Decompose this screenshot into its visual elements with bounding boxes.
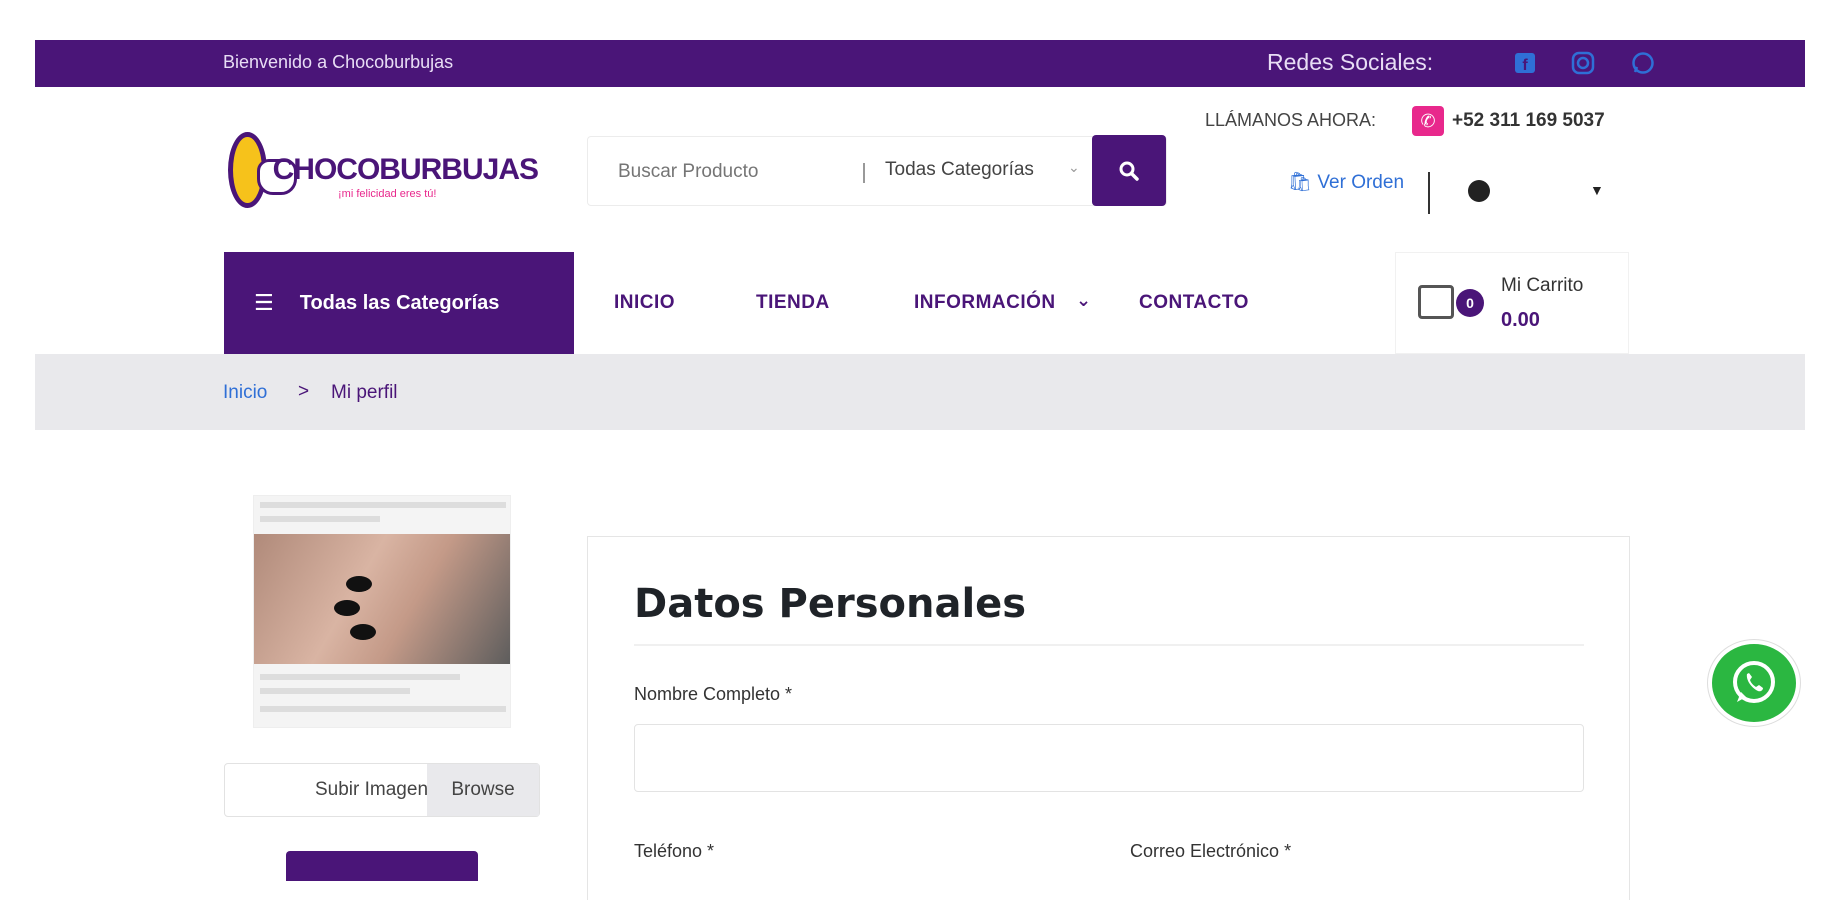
user-icon[interactable] — [1468, 180, 1490, 202]
nav-tienda[interactable]: TIENDA — [756, 292, 830, 314]
search-bar: Todas Categorías ⌄ — [587, 136, 1167, 206]
logo-mascot-icon — [228, 132, 297, 208]
whatsapp-icon[interactable] — [1631, 51, 1655, 75]
category-select[interactable]: Todas Categorías — [885, 159, 1034, 181]
profile-image — [253, 495, 511, 728]
breadcrumb-separator: > — [298, 381, 310, 402]
page-title: Datos Personales — [634, 581, 1027, 627]
image-upload-field[interactable]: Subir Imagen Browse — [224, 763, 540, 817]
site-logo[interactable]: CHOCOBURBUJAS ¡mi felicidad eres tú! — [228, 130, 539, 210]
svg-text:f: f — [1522, 57, 1528, 74]
chevron-down-icon: ⌄ — [1068, 159, 1080, 175]
search-icon — [1119, 161, 1139, 181]
all-categories-label: Todas las Categorías — [299, 291, 500, 314]
menu-icon: ☰ — [254, 290, 274, 315]
cart-bag-icon — [1418, 285, 1454, 319]
browse-button[interactable]: Browse — [427, 764, 539, 816]
phone-number[interactable]: +52 311 169 5037 — [1452, 110, 1605, 132]
whatsapp-icon — [1733, 661, 1775, 703]
header-divider — [1428, 172, 1430, 214]
instagram-icon[interactable] — [1571, 51, 1595, 75]
shopping-bag-icon: 🛍 — [1288, 172, 1313, 193]
phone-label: Teléfono * — [634, 841, 715, 861]
search-divider — [863, 163, 865, 183]
call-label: LLÁMANOS AHORA: — [1205, 110, 1377, 130]
facebook-icon[interactable]: f — [1513, 51, 1537, 75]
upload-placeholder: Subir Imagen — [315, 779, 429, 800]
save-image-button[interactable] — [286, 851, 478, 881]
ver-orden-link[interactable]: 🛍 Ver Orden — [1288, 170, 1404, 194]
cart-total: 0.00 — [1501, 309, 1540, 331]
breadcrumb-home[interactable]: Inicio — [223, 382, 267, 404]
cart-label: Mi Carrito — [1501, 275, 1584, 296]
ver-orden-label: Ver Orden — [1317, 172, 1405, 193]
search-input[interactable] — [618, 159, 828, 185]
breadcrumb-current: Mi perfil — [331, 382, 398, 403]
logo-text: CHOCOBURBUJAS — [272, 153, 539, 186]
full-name-label: Nombre Completo * — [634, 684, 793, 704]
cart-count-badge: 0 — [1456, 289, 1484, 317]
top-bar: Bienvenido a Chocoburbujas Redes Sociale… — [35, 40, 1805, 87]
full-name-field[interactable] — [634, 724, 1584, 792]
logo-tagline: ¡mi felicidad eres tú! — [338, 188, 437, 200]
nav-contacto[interactable]: CONTACTO — [1139, 292, 1249, 314]
all-categories-button[interactable]: ☰ Todas las Categorías — [224, 252, 574, 354]
personal-data-card: Datos Personales Nombre Completo * Teléf… — [587, 536, 1630, 900]
nav-inicio[interactable]: INICIO — [614, 292, 675, 314]
user-menu-caret-icon[interactable]: ▼ — [1590, 182, 1604, 198]
breadcrumb: Inicio > Mi perfil — [35, 354, 1805, 430]
social-label: Redes Sociales: — [1267, 49, 1434, 75]
welcome-text: Bienvenido a Chocoburbujas — [223, 52, 454, 72]
title-divider — [634, 644, 1584, 646]
nav-informacion[interactable]: INFORMACIÓN — [914, 292, 1056, 314]
whatsapp-floating-button[interactable] — [1708, 640, 1800, 726]
search-button[interactable] — [1092, 135, 1166, 206]
email-label: Correo Electrónico * — [1130, 841, 1292, 861]
phone-icon: ✆ — [1412, 106, 1444, 136]
chevron-down-icon[interactable]: ⌄ — [1076, 290, 1091, 311]
cart-widget[interactable]: 0 Mi Carrito 0.00 — [1395, 252, 1629, 354]
